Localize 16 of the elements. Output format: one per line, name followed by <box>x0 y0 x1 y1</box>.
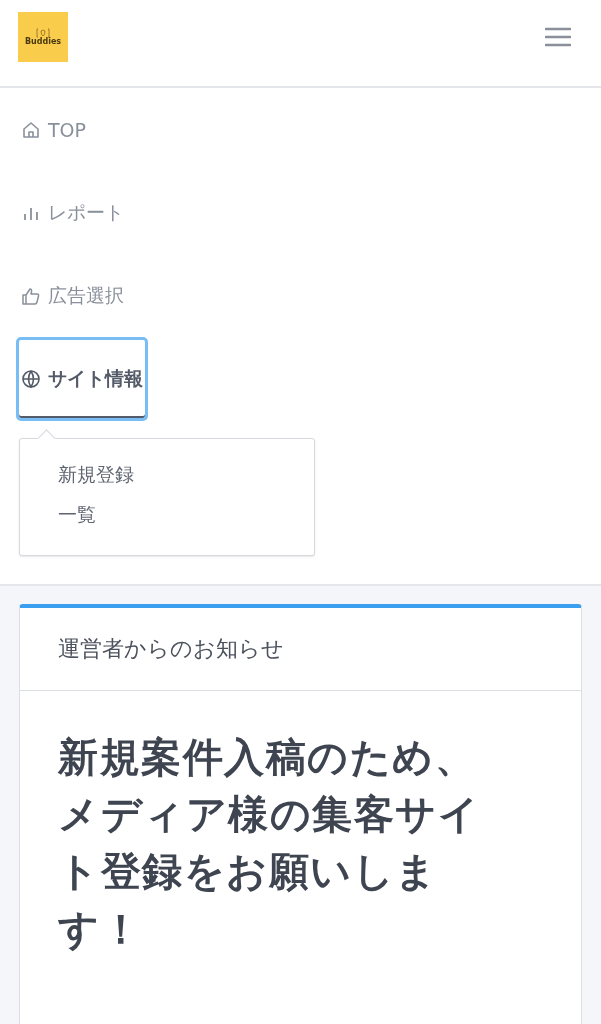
notice-headline: 新規案件入稿のため、 メディア様の集客サイ ト登録をお願いしま す！ <box>58 733 481 954</box>
nav-item[interactable]: TOP <box>16 87 92 172</box>
nav-item[interactable]: サイト情報 <box>16 336 148 421</box>
nav-item[interactable]: レポート <box>16 170 129 255</box>
nav-item[interactable]: 広告選択 <box>16 253 129 338</box>
card-title: 運営者からのお知らせ <box>58 635 284 663</box>
globe-icon <box>21 368 41 389</box>
logo[interactable]: Buddies <box>18 12 68 62</box>
logo-text: Buddies <box>24 38 62 46</box>
submenu-item[interactable]: 一覧 <box>20 495 314 535</box>
home-icon <box>21 119 41 140</box>
submenu-item[interactable]: 新規登録 <box>20 455 314 495</box>
logo-icon <box>36 28 50 38</box>
menu-button[interactable] <box>543 25 573 49</box>
menu-icon <box>545 27 571 47</box>
thumbs-up-icon <box>21 285 41 306</box>
